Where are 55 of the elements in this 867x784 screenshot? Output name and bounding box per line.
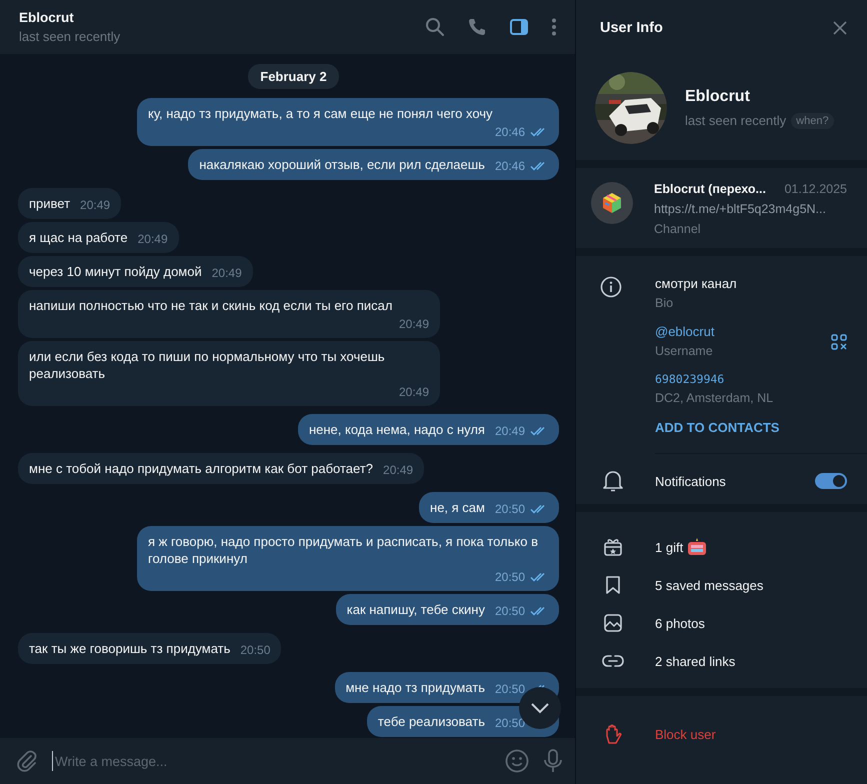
message-text: нене, кода нема, надо с нуля [308,421,485,438]
contact-name: Eblocrut [19,10,75,25]
message-text: я ж говорю, надо просто придумать и расписать, я пока только в голове прикинул [148,533,539,567]
profile-name: Eblocrut [685,88,751,106]
message-time: 20:49 [398,317,429,331]
message-time: 20:50 [494,682,525,696]
message-text: накалякаю хороший отзыв, если рил сделаешь [199,156,485,173]
message-text: так ты же говоришь тз придумать [29,640,230,657]
message-time: 20:50 [494,604,525,618]
message-text: как напишу, тебе скину [346,601,485,618]
bio-text: смотри канал [655,276,738,291]
media-row[interactable]: 6 photos [576,604,867,642]
detail-label: Bio [655,296,674,310]
message-text: привет [29,195,70,212]
message-time: 20:49 [494,424,525,438]
message-time: 20:49 [80,198,110,212]
message-text: мне с тобой надо придумать алгоритм как бот работает? [29,460,374,477]
profile-status: last seen recently [685,113,786,128]
contact-status: last seen recently [19,29,122,44]
media-row[interactable]: 5 saved messages [576,566,867,604]
date-pill: February 2 [248,64,339,89]
message-time: 20:50 [494,502,525,516]
message-time: 20:46 [494,125,525,139]
message-text: тебе реализовать [378,713,485,730]
message-time: 20:49 [383,463,414,477]
message-time: 20:49 [398,385,429,399]
message-text: мне надо тз придумать [346,679,485,696]
message-time: 20:49 [212,266,242,280]
channel-type: Channel [654,222,702,236]
message-text: ку, надо тз придумать, а то я сам еще не понял чего хочу [148,105,493,122]
message-composer[interactable]: Write a message... [0,738,575,784]
detail-label: DC2, Amsterdam, NL [655,391,774,405]
message-time: 20:50 [494,570,525,584]
channel-name[interactable]: Eblocrut (перехо... [654,182,766,196]
message-time: 20:49 [138,232,168,246]
message-text: или если без кода то пиши по нормальному что ты хочешь реализовать [29,348,386,382]
detail-label: Username [655,344,714,358]
message-time: 20:50 [240,643,270,657]
message-text: не, я сам [430,499,485,516]
media-row[interactable]: 2 shared links [576,642,867,680]
message-time: 20:50 [494,716,525,730]
message-time: 20:46 [494,159,525,173]
message-text: напиши полностью что не так и скинь код если ты его писал [29,297,392,314]
username-link[interactable]: @eblocrut [655,324,831,339]
media-row[interactable]: 1 gift [576,528,867,566]
channel-date: 01.12.2025 [784,182,847,196]
block-user-row[interactable]: Block user [576,696,867,744]
message-input[interactable]: Write a message... [52,751,491,771]
add-to-contacts-button[interactable]: ADD TO CONTACTS [655,420,780,435]
channel-link[interactable]: https://t.me/+bltF5q23m4g5N... [654,202,847,216]
notifications-label: Notifications [655,474,727,488]
message-text: я щас на работе [29,229,128,246]
message-text: через 10 минут пойду домой [29,263,202,280]
user-id-link[interactable]: 6980239946 [655,372,847,386]
panel-title: User Info [600,20,663,36]
